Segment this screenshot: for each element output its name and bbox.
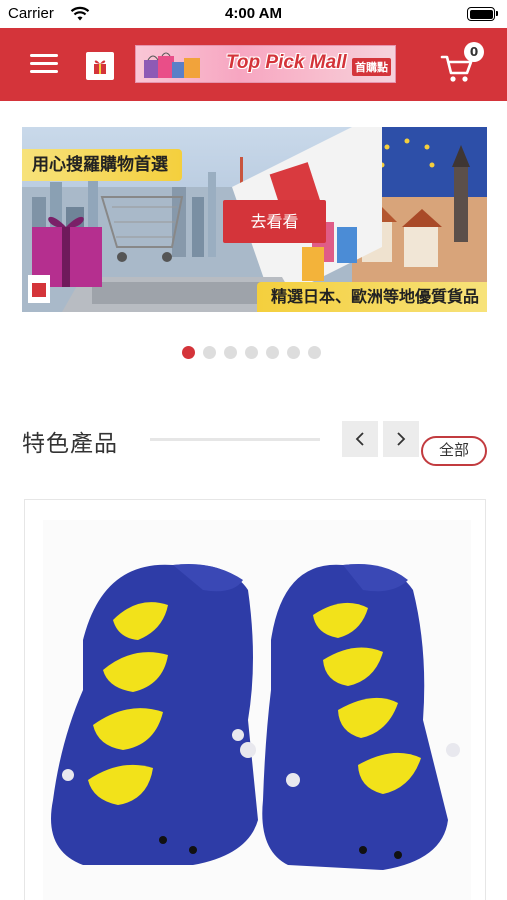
logo-subtext: 首購點: [352, 58, 391, 76]
carousel-dot[interactable]: [224, 346, 237, 359]
top-pick-mall-logo[interactable]: Top Pick Mall 首購點: [135, 45, 396, 83]
logo-text: Top Pick Mall: [226, 52, 347, 73]
go-see-button[interactable]: 去看看: [223, 200, 326, 243]
gift-logo-icon: [94, 60, 106, 74]
app-header: Top Pick Mall 首購點 0: [0, 28, 507, 101]
chevron-left-icon: [355, 432, 364, 446]
carousel-dot[interactable]: [182, 346, 195, 359]
carousel-dot[interactable]: [308, 346, 321, 359]
prev-button[interactable]: [342, 421, 378, 457]
product-image: [43, 520, 471, 900]
menu-bar-icon: [30, 70, 58, 73]
hero-banner[interactable]: 用心搜羅購物首選 精選日本、歐洲等地優質貨品 去看看: [22, 127, 487, 312]
carousel-dot[interactable]: [266, 346, 279, 359]
status-bar: Carrier 4:00 AM: [0, 0, 507, 28]
shopping-bags-icon: [144, 52, 200, 78]
carousel-dot[interactable]: [203, 346, 216, 359]
next-button[interactable]: [383, 421, 419, 457]
chevron-right-icon: [397, 432, 406, 446]
battery-icon: [467, 7, 498, 21]
hero-bottom-label: 精選日本、歐洲等地優質貨品: [256, 282, 487, 312]
featured-section-title: 特色產品: [22, 431, 118, 457]
menu-bar-icon: [30, 54, 58, 57]
menu-button[interactable]: [30, 52, 58, 76]
menu-bar-icon: [30, 62, 58, 65]
cart-count-badge: 0: [464, 42, 484, 62]
hero-top-label: 用心搜羅購物首選: [22, 149, 182, 181]
section-divider: [150, 438, 320, 441]
carousel-dot[interactable]: [245, 346, 258, 359]
brand-logo-icon[interactable]: [86, 52, 114, 80]
carousel-pagination: [182, 346, 321, 359]
status-time: 4:00 AM: [225, 5, 282, 22]
product-card[interactable]: [24, 499, 486, 900]
view-all-button[interactable]: 全部: [421, 436, 487, 466]
carousel-dot[interactable]: [287, 346, 300, 359]
cart-button[interactable]: 0: [440, 42, 484, 86]
